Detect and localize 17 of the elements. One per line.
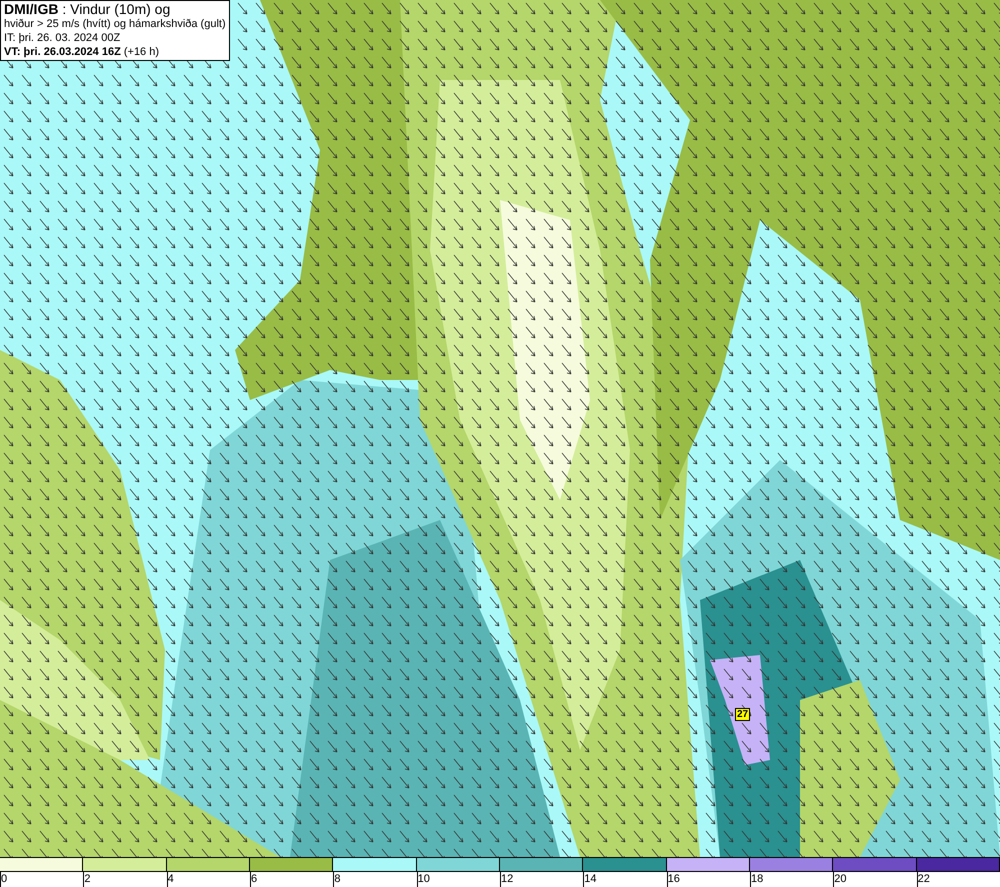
legend-tick-label: 2 bbox=[84, 873, 90, 885]
legend-tick-label: 12 bbox=[500, 873, 514, 885]
map-title-line: IT: þri. 26. 03. 2024 00Z bbox=[4, 31, 122, 45]
legend-tick-label: 18 bbox=[750, 873, 764, 885]
legend-tick-label: 4 bbox=[168, 873, 174, 885]
legend-tick-label: 14 bbox=[584, 873, 597, 885]
legend-tick-label: 0 bbox=[1, 873, 8, 885]
legend-tick-label: 20 bbox=[834, 873, 847, 885]
legend-tick-label: 10 bbox=[418, 873, 430, 885]
map-title-line: DMI/IGB : Vindur (10m) og bbox=[4, 2, 172, 17]
map-title-line: VT: þri. 26.03.2024 16Z (+16 h) bbox=[4, 45, 160, 59]
legend-tick-label: 16 bbox=[668, 873, 680, 885]
legend-tick-label: 22 bbox=[918, 873, 930, 885]
max-gust-label: 27 bbox=[735, 708, 750, 721]
map-title-line: hviður > 25 m/s (hvítt) og hámarkshviða (gult) bbox=[4, 17, 226, 31]
legend-tick-label: 8 bbox=[334, 873, 340, 885]
legend-tick-label: 6 bbox=[250, 873, 258, 885]
